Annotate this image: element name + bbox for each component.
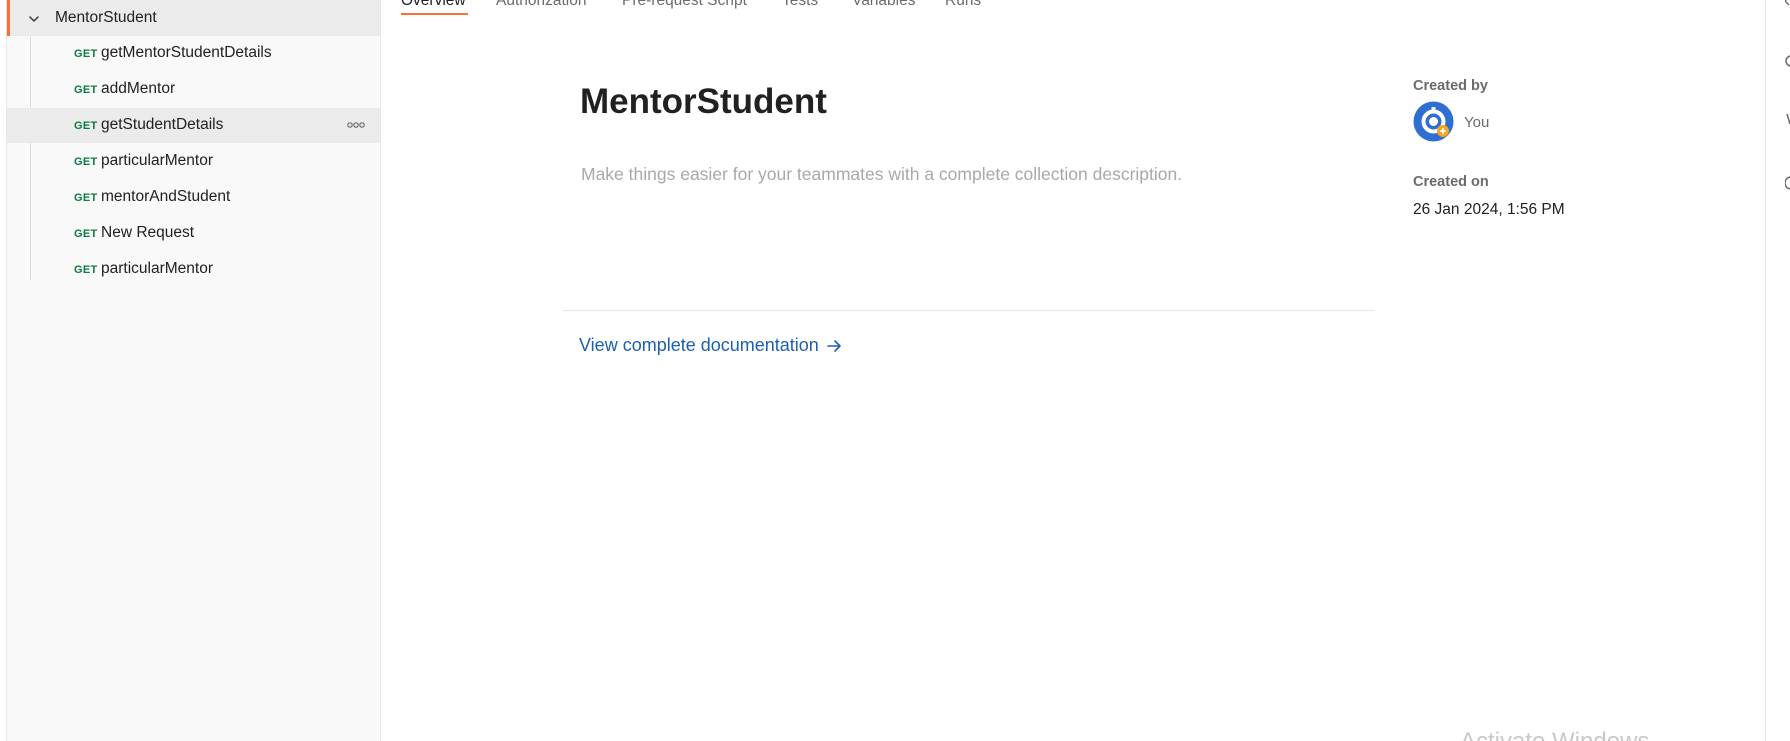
tab-authorization[interactable]: Authorization bbox=[496, 0, 586, 10]
request-item[interactable]: GET New Request bbox=[7, 216, 380, 251]
page-title[interactable]: MentorStudent bbox=[580, 82, 827, 122]
tab-pre-request-script[interactable]: Pre-request Script bbox=[622, 0, 747, 10]
collection-tab-strip: Overview Authorization Pre-request Scrip… bbox=[382, 0, 1762, 18]
arrow-right-icon bbox=[827, 339, 841, 352]
request-method-badge: GET bbox=[74, 192, 98, 204]
created-on-label: Created on bbox=[1413, 174, 1489, 190]
content-divider bbox=[563, 310, 1375, 311]
tab-runs[interactable]: Runs bbox=[945, 0, 981, 10]
tab-variables[interactable]: Variables bbox=[852, 0, 915, 10]
activate-windows-watermark: Activate Windows bbox=[1460, 728, 1649, 741]
chevron-down-icon[interactable] bbox=[27, 12, 41, 26]
tab-tests[interactable]: Tests bbox=[782, 0, 818, 10]
user-avatar[interactable] bbox=[1413, 101, 1454, 142]
request-name: particularMentor bbox=[101, 152, 213, 169]
active-tab-indicator bbox=[401, 13, 468, 15]
request-method-badge: GET bbox=[74, 156, 98, 168]
request-method-badge: GET bbox=[74, 228, 98, 240]
request-method-badge: GET bbox=[74, 84, 98, 96]
postman-window: MentorStudent GET getMentorStudentDetail… bbox=[0, 0, 1790, 741]
request-name: getStudentDetails bbox=[101, 116, 224, 133]
comments-icon[interactable] bbox=[1785, 54, 1790, 68]
created-on-value: 26 Jan 2024, 1:56 PM bbox=[1413, 201, 1565, 218]
request-item[interactable]: GET mentorAndStudent bbox=[7, 180, 380, 215]
request-name: New Request bbox=[101, 224, 195, 241]
request-method-badge: GET bbox=[74, 48, 98, 60]
view-documentation-label: View complete documentation bbox=[579, 335, 819, 355]
more-horizontal-icon[interactable] bbox=[346, 120, 366, 130]
sidebar-edge bbox=[0, 0, 7, 741]
request-name: mentorAndStudent bbox=[101, 188, 231, 205]
code-icon[interactable] bbox=[1785, 0, 1790, 8]
created-by-label: Created by bbox=[1413, 78, 1488, 94]
request-method-badge: GET bbox=[74, 120, 98, 132]
view-documentation-link[interactable]: View complete documentation bbox=[579, 335, 843, 356]
request-item[interactable]: GET particularMentor bbox=[7, 144, 380, 179]
request-item[interactable]: GET addMentor bbox=[7, 72, 380, 107]
right-sidebar-rail bbox=[1765, 0, 1790, 741]
collection-item-mentorstudent[interactable]: MentorStudent bbox=[7, 0, 380, 36]
request-item[interactable]: GET getMentorStudentDetails bbox=[7, 36, 380, 71]
tab-overview[interactable]: Overview bbox=[401, 0, 466, 10]
request-item-active[interactable]: GET getStudentDetails bbox=[7, 108, 380, 143]
request-method-badge: GET bbox=[74, 264, 98, 276]
info-icon[interactable] bbox=[1785, 176, 1790, 190]
collections-sidebar: MentorStudent GET getMentorStudentDetail… bbox=[7, 0, 381, 741]
request-name: addMentor bbox=[101, 80, 176, 97]
collection-description-field[interactable]: Make things easier for your teammates wi… bbox=[581, 164, 1182, 185]
request-name: getMentorStudentDetails bbox=[101, 44, 272, 61]
created-by-value: You bbox=[1464, 114, 1490, 131]
pull-request-icon[interactable] bbox=[1785, 112, 1790, 126]
request-item[interactable]: GET particularMentor bbox=[7, 252, 380, 287]
collection-name: MentorStudent bbox=[55, 9, 157, 26]
request-name: particularMentor bbox=[101, 260, 213, 277]
